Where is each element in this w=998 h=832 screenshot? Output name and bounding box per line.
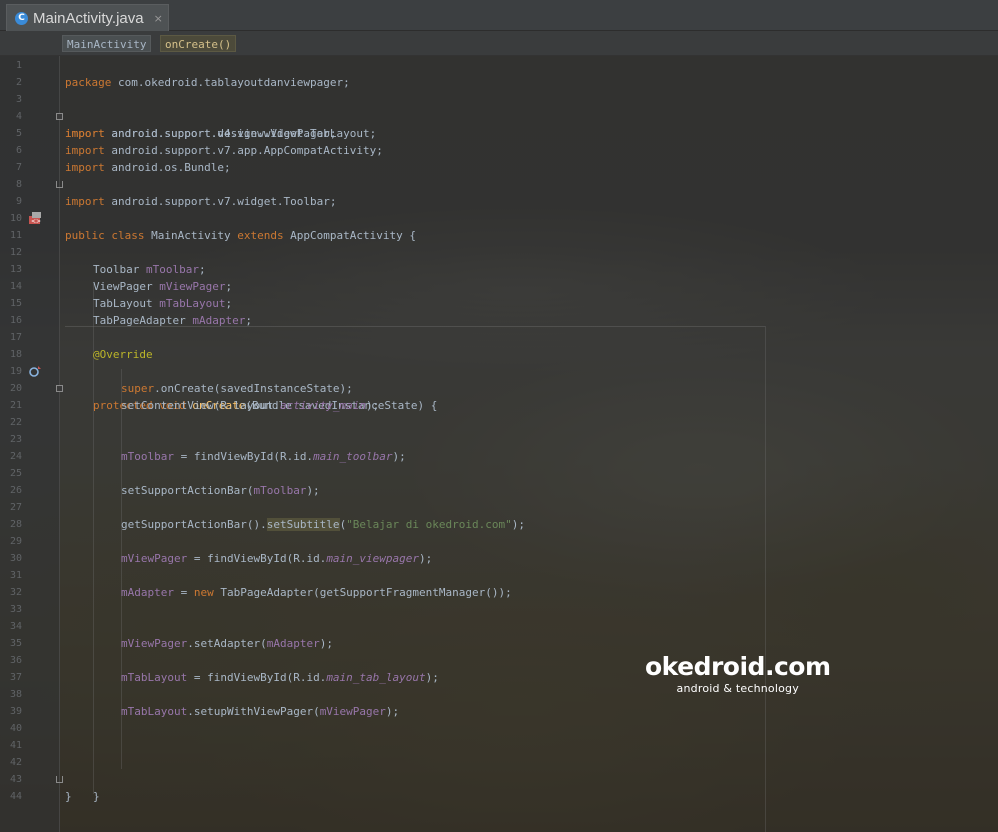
line-number: 40 [0, 720, 998, 737]
code-line: import android.support.v4.view.ViewPager… [65, 127, 337, 140]
implementing-class-icon[interactable]: <> [29, 212, 43, 225]
code-line: package com.okedroid.tablayoutdanviewpag… [65, 76, 350, 89]
code-line: mViewPager = findViewById(R.id.main_view… [121, 552, 433, 565]
code-line: mTabLayout.setupWithViewPager(mViewPager… [121, 705, 400, 718]
watermark-sub: android & technology [676, 682, 799, 695]
code-line: mAdapter = new TabPageAdapter(getSupport… [121, 586, 512, 599]
line-number: 33 [0, 601, 998, 618]
code-line: mTabLayout = findViewById(R.id.main_tab_… [121, 671, 439, 684]
breadcrumb-class[interactable]: MainActivity [62, 35, 152, 52]
code-line: TabLayout mTabLayout; [93, 297, 233, 310]
breadcrumb: MainActivity onCreate() [0, 31, 998, 56]
code-line: mViewPager.setAdapter(mAdapter); [121, 637, 333, 650]
line-number: 10 [0, 210, 998, 227]
code-line: } [0, 754, 998, 803]
tab-main-activity[interactable]: C MainActivity.java × [6, 4, 169, 31]
code-line: <> public class MainActivity extends App… [0, 193, 998, 242]
code-line: getSupportActionBar().setSubtitle("Belaj… [121, 518, 526, 531]
code-line: protected void onCreate(Bundle savedInst… [0, 346, 998, 412]
svg-text:<>: <> [31, 218, 41, 225]
line-number: 44 [0, 788, 998, 805]
code-line: } [65, 790, 72, 803]
line-number: 22 [0, 414, 998, 431]
line-number: 41 [0, 737, 998, 754]
line-number: 8 [0, 176, 998, 193]
code-line: ViewPager mViewPager; [93, 280, 233, 293]
code-line: import android.support.v7.widget.Toolbar… [0, 159, 998, 208]
close-icon[interactable]: × [154, 12, 163, 25]
code-editor[interactable]: 1 2 3 4 5 6 7 8 9 10 11 12 13 14 15 16 17 18 19 20 21 22 23 24 2… [0, 56, 998, 832]
fold-end-icon[interactable] [56, 181, 63, 188]
java-class-icon: C [15, 11, 28, 25]
code-line: @Override [93, 348, 153, 361]
line-number-text: 41 [9, 740, 22, 751]
breadcrumb-method[interactable]: onCreate() [160, 35, 237, 52]
code-line: setContentView(R.layout.activity_main); [121, 399, 380, 412]
code-line: import android.support.v7.app.AppCompatA… [65, 144, 383, 157]
code-line: Toolbar mToolbar; [93, 263, 206, 276]
code-line: super.onCreate(savedInstanceState); [121, 382, 353, 395]
watermark-logo: okedroid.com android & technology [645, 652, 831, 695]
code-line: TabPageAdapter mAdapter; [93, 314, 252, 327]
code-line: setSupportActionBar(mToolbar); [121, 484, 320, 497]
code-line: mToolbar = findViewById(R.id.main_toolba… [121, 450, 406, 463]
tab-label: MainActivity.java [33, 9, 144, 27]
code-line: import android.support.design.widget.Tab… [0, 91, 998, 140]
editor-tab-bar: C MainActivity.java × [0, 0, 998, 31]
code-line: import android.os.Bundle; [65, 161, 231, 174]
watermark-main: okedroid.com [645, 652, 831, 681]
